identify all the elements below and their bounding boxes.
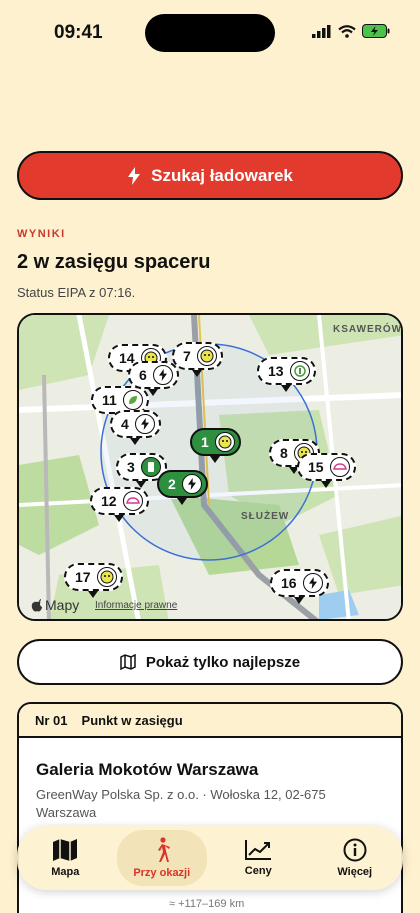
signal-icon [312, 24, 331, 38]
show-best-button[interactable]: Pokaż tylko najlepsze [17, 639, 403, 685]
dynamic-island [145, 14, 275, 52]
card-number: Nr 01 [35, 712, 68, 728]
smiley-icon [96, 567, 117, 587]
charger-pin-active[interactable]: 2 [157, 470, 208, 505]
bolt-icon [302, 573, 323, 593]
station-icon [140, 457, 161, 477]
card-range: ≈ +117–169 km [169, 898, 245, 910]
district-label: KSAWERÓW [333, 324, 403, 335]
maps-attribution: Mapy [45, 597, 80, 613]
bolt-icon [152, 365, 173, 385]
charger-pin-active[interactable]: 1 [190, 428, 241, 463]
charger-pin[interactable]: 16 [270, 569, 329, 604]
charger-pin[interactable]: 17 [64, 563, 123, 598]
show-best-label: Pokaż tylko najlepsze [145, 653, 301, 671]
wifi-icon [338, 24, 356, 38]
legal-link[interactable]: Informacje prawne [95, 600, 177, 611]
chart-icon [245, 840, 272, 860]
bolt-icon [181, 474, 202, 494]
charger-pin[interactable]: 6 [128, 361, 179, 396]
tab-more[interactable]: Więcej [310, 830, 400, 886]
battery-charging-icon [362, 24, 390, 38]
card-title: Galeria Mokotów Warszawa [36, 760, 259, 779]
eipa-status: Status EIPA z 07:16. [17, 285, 136, 300]
status-icons [312, 24, 390, 38]
bolt-icon [128, 166, 141, 185]
charger-map[interactable]: KSAWERÓW SŁUŻEW 14 7 6 13 11 4 1 8 15 3 … [17, 313, 403, 621]
car-icon [329, 457, 350, 477]
search-chargers-button[interactable]: Szukaj ładowarek [17, 151, 403, 200]
tab-map[interactable]: Mapa [20, 830, 110, 886]
card-header: Nr 01 Punkt w zasięgu [19, 704, 401, 738]
card-address: GreenWay Polska Sp. z o.o. · Wołoska 12,… [36, 787, 326, 820]
smiley-icon [196, 346, 217, 366]
search-chargers-label: Szukaj ładowarek [151, 165, 293, 185]
plug-icon [289, 361, 310, 381]
charger-pin[interactable]: 12 [90, 487, 149, 522]
car-icon [122, 491, 143, 511]
tab-nearby[interactable]: Przy okazji [116, 830, 207, 886]
card-tag: Punkt w zasięgu [81, 712, 183, 728]
smiley-icon [214, 432, 235, 452]
apple-maps-logo: Mapy [31, 597, 79, 613]
charger-pin[interactable]: 15 [297, 453, 356, 488]
status-time: 09:41 [54, 22, 103, 43]
charger-pin[interactable]: 7 [172, 342, 223, 377]
charger-pin[interactable]: 13 [257, 357, 316, 392]
map-icon [120, 654, 136, 670]
leaf-icon [122, 390, 143, 410]
bolt-icon [134, 414, 155, 434]
tab-prices[interactable]: Ceny [213, 830, 303, 886]
results-title: 2 w zasięgu spaceru [17, 251, 211, 273]
charger-pin[interactable]: 4 [110, 410, 161, 445]
tab-bar: Mapa Przy okazji Ceny Więcej [17, 826, 403, 890]
walking-icon [157, 837, 170, 862]
results-section-label: WYNIKI [17, 228, 66, 240]
district-label: SŁUŻEW [241, 511, 290, 522]
map-icon [53, 839, 78, 861]
status-bar: 09:41 [0, 0, 420, 64]
info-icon [343, 838, 367, 862]
apple-logo-icon [31, 599, 42, 612]
